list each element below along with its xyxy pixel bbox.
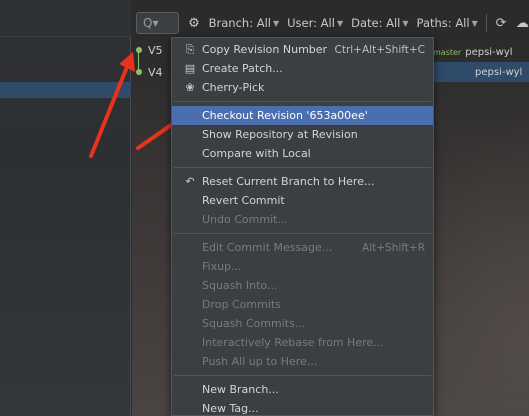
menu-item-push-all-up-to-here[interactable]: Push All up to Here... — [172, 352, 433, 371]
menu-item-label: Squash Commits... — [202, 317, 306, 330]
user-filter[interactable]: User: All ▼ — [287, 16, 343, 30]
search-icon: Q▾ — [143, 16, 159, 30]
menu-item-squash-into[interactable]: Squash Into... — [172, 276, 433, 295]
menu-item-new-branch[interactable]: New Branch... — [172, 380, 433, 399]
user-filter-label: User: All — [287, 16, 335, 30]
menu-item-interactively-rebase-from-here[interactable]: Interactively Rebase from Here... — [172, 333, 433, 352]
commit-row-detail[interactable]: pepsi-wyl — [433, 62, 529, 82]
paths-filter[interactable]: Paths: All ▼ — [417, 16, 478, 30]
menu-separator — [174, 167, 431, 168]
menu-item-label: Push All up to Here... — [202, 355, 318, 368]
toolbar-divider — [485, 14, 487, 32]
menu-separator — [174, 101, 431, 102]
menu-item-label: Checkout Revision '653a00ee' — [202, 109, 368, 122]
menu-item-shortcut: Alt+Shift+R — [362, 241, 425, 254]
menu-item-label: New Branch... — [202, 383, 279, 396]
branch-filter-label: Branch: All — [208, 16, 271, 30]
menu-item-label: Copy Revision Number — [202, 43, 328, 56]
menu-item-revert-commit[interactable]: Revert Commit — [172, 191, 433, 210]
menu-item-label: Show Repository at Revision — [202, 128, 358, 141]
log-toolbar: Q▾ ⚙ Branch: All ▼ User: All ▼ Date: All… — [132, 8, 529, 38]
menu-item-new-tag[interactable]: New Tag... — [172, 399, 433, 416]
chevron-down-icon: ▼ — [336, 18, 344, 28]
menu-item-label: Drop Commits — [202, 298, 281, 311]
date-filter-label: Date: All — [351, 16, 401, 30]
menu-item-label: Cherry-Pick — [202, 81, 265, 94]
commit-message: V5 — [148, 43, 163, 57]
copy-icon: ⎘ — [185, 43, 195, 56]
menu-item-squash-commits[interactable]: Squash Commits... — [172, 314, 433, 333]
menu-item-fixup[interactable]: Fixup... — [172, 257, 433, 276]
menu-item-cherry-pick[interactable]: ❀ Cherry-Pick — [172, 78, 433, 97]
menu-item-label: Revert Commit — [202, 194, 285, 207]
menu-item-label: Fixup... — [202, 260, 242, 273]
commit-row-detail[interactable]: master pepsi-wyl — [433, 42, 529, 62]
commit-author: pepsi-wyl — [475, 66, 523, 78]
paths-filter-label: Paths: All — [416, 16, 470, 30]
menu-item-label: Interactively Rebase from Here... — [202, 336, 384, 349]
cherry-icon: ❀ — [185, 81, 195, 94]
patch-icon: ▤ — [184, 62, 196, 75]
refresh-icon[interactable]: ⟳ — [494, 16, 507, 31]
menu-item-edit-commit-message[interactable]: Edit Commit Message... Alt+Shift+R — [172, 238, 433, 257]
menu-item-label: Create Patch... — [202, 62, 283, 75]
menu-item-undo-commit[interactable]: Undo Commit... — [172, 210, 433, 229]
branch-tag: master — [433, 47, 462, 57]
menu-item-label: New Tag... — [202, 402, 259, 415]
commit-details-columns: master pepsi-wyl pepsi-wyl — [433, 42, 529, 82]
menu-item-show-repository-at-revision[interactable]: Show Repository at Revision — [172, 125, 433, 144]
menu-separator — [174, 233, 431, 234]
menu-item-compare-with-local[interactable]: Compare with Local — [172, 144, 433, 163]
date-filter[interactable]: Date: All ▼ — [351, 16, 408, 30]
chevron-down-icon: ▼ — [402, 18, 409, 28]
menu-item-label: Undo Commit... — [202, 213, 288, 226]
undo-icon: ↶ — [185, 175, 195, 188]
menu-item-reset-current-branch-to-here[interactable]: ↶ Reset Current Branch to Here... — [172, 172, 433, 191]
menu-item-create-patch[interactable]: ▤ Create Patch... — [172, 59, 433, 78]
menu-item-checkout-revision-653a00ee[interactable]: Checkout Revision '653a00ee' — [172, 106, 433, 125]
search-input[interactable]: Q▾ — [136, 12, 180, 34]
menu-separator — [174, 375, 431, 376]
menu-item-shortcut: Ctrl+Alt+Shift+C — [334, 43, 426, 56]
chevron-down-icon: ▼ — [272, 18, 280, 28]
branch-filter[interactable]: Branch: All ▼ — [209, 16, 280, 30]
left-panel-header — [0, 0, 131, 37]
menu-item-drop-commits[interactable]: Drop Commits — [172, 295, 433, 314]
menu-item-label: Compare with Local — [202, 147, 311, 160]
context-menu: ⎘ Copy Revision Number Ctrl+Alt+Shift+C ▤ Cr… — [171, 37, 434, 416]
menu-item-label: Squash Into... — [202, 279, 278, 292]
menu-item-label: Reset Current Branch to Here... — [202, 175, 375, 188]
cloud-icon[interactable]: ☁ — [516, 16, 529, 31]
commit-message: V4 — [148, 65, 163, 79]
menu-item-label: Edit Commit Message... — [202, 241, 333, 254]
menu-item-copy-revision-number[interactable]: ⎘ Copy Revision Number Ctrl+Alt+Shift+C — [172, 40, 433, 59]
gear-icon[interactable]: ⚙ — [187, 16, 200, 31]
chevron-down-icon: ▼ — [471, 18, 478, 28]
commit-author: pepsi-wyl — [465, 46, 513, 58]
